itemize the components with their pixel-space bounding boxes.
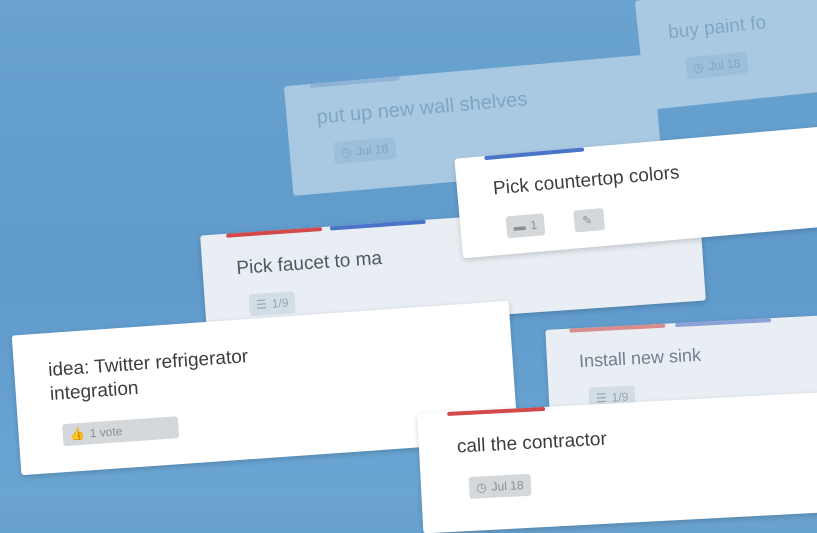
edit-badge[interactable]: ✎ xyxy=(573,207,606,233)
checklist-badge: ☰ 1/9 xyxy=(248,291,297,317)
due-date-badge: ◷ Jul 18 xyxy=(332,136,397,165)
card-title: Pick faucet to ma xyxy=(235,247,383,280)
comment-icon: ▬ xyxy=(512,218,527,234)
checklist-icon: ☰ xyxy=(255,297,268,312)
label-blue xyxy=(329,219,426,231)
card-title: put up new wall shelves xyxy=(315,88,529,129)
card-buy-paint[interactable]: buy paint fo ◷ Jul 18 xyxy=(634,0,817,111)
clock-icon: ◷ xyxy=(475,480,487,495)
clock-icon: ◷ xyxy=(692,59,705,75)
comments-badge: ▬ 1 xyxy=(505,213,546,239)
label-red xyxy=(569,323,666,333)
card-title: Pick countertop colors xyxy=(492,162,681,200)
card-title: call the contractor xyxy=(456,428,608,458)
votes-badge: 👍 1 vote xyxy=(62,416,180,447)
checklist-icon: ☰ xyxy=(595,390,608,406)
card-call-contractor[interactable]: call the contractor ◷ Jul 18 xyxy=(417,390,817,533)
label-blue xyxy=(675,318,772,328)
card-title: Install new sink xyxy=(578,344,702,372)
card-title-line2: integration xyxy=(49,377,140,405)
due-date-badge: ◷ Jul 18 xyxy=(685,51,749,80)
card-title-line1: idea: Twitter refrigerator xyxy=(47,346,249,382)
pencil-icon: ✎ xyxy=(581,212,593,228)
card-title: buy paint fo xyxy=(667,12,768,44)
label-blue xyxy=(309,76,400,89)
label-red xyxy=(226,227,323,238)
due-date-badge: ◷ Jul 18 xyxy=(468,473,532,499)
thumbs-up-icon: 👍 xyxy=(69,426,86,442)
clock-icon: ◷ xyxy=(340,144,352,160)
